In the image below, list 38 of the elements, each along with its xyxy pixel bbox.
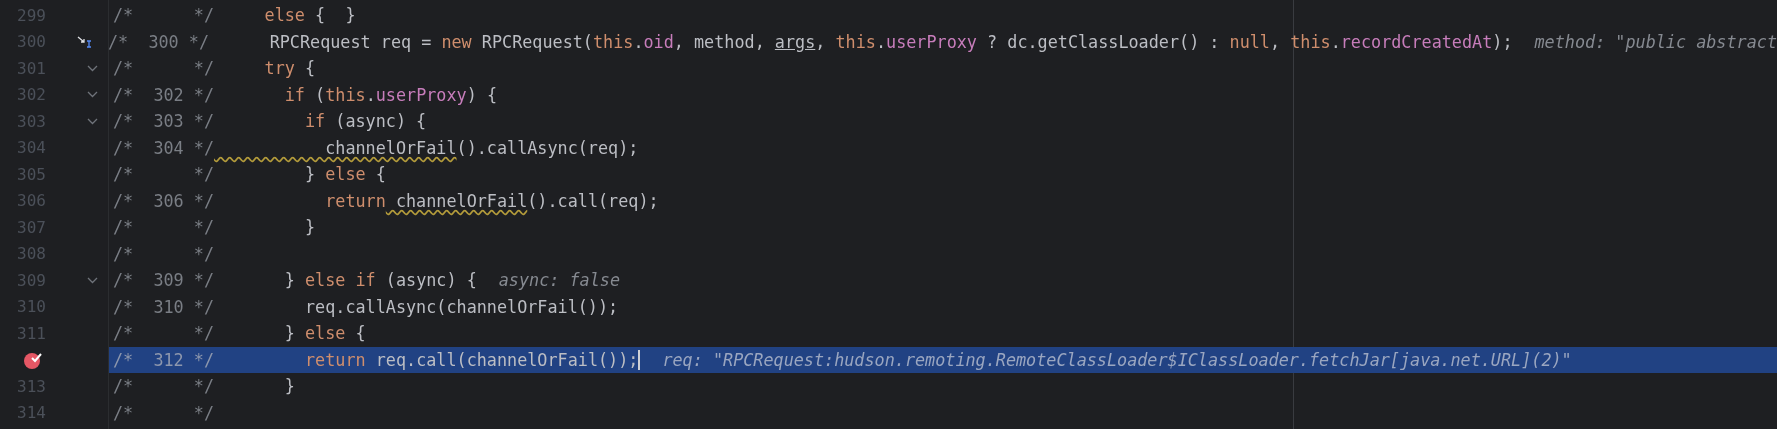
- code-line: return channelOrFail().call(req);: [324, 190, 659, 211]
- code-line: RPCRequest req = new RPCRequest(this.oid, method, args, this.userProxy ? dc.getClassLoader() : null, this.recordCreatedAt);: [268, 31, 1513, 52]
- code-line: } else {: [283, 323, 366, 344]
- source-line-comment: /* */: [113, 164, 215, 185]
- code-line: channelOrFail().callAsync(req);: [324, 137, 639, 158]
- code-line: }: [283, 376, 295, 397]
- inline-value-hint: req: "RPCRequest:hudson.remoting.RemoteClassLoader$IClassLoader.fetchJar[java.net.URL](2)": [662, 349, 1572, 370]
- inline-value-hint: method: "public abstract: [1534, 31, 1777, 52]
- code-line: if (this.userProxy) {: [283, 84, 497, 105]
- source-line-comment: /* */: [113, 402, 215, 423]
- code-line: } else {: [303, 164, 386, 185]
- source-line-comment: /* */: [113, 376, 215, 397]
- source-line-comment: /* 309 */: [113, 270, 215, 291]
- inline-value-hint: async: false: [498, 270, 620, 291]
- fold-icon[interactable]: [87, 64, 98, 72]
- source-line-comment: /* */: [113, 58, 215, 79]
- source-line-comment: /* 303 */: [113, 111, 215, 132]
- source-line-comment: /* */: [113, 217, 215, 238]
- source-line-comment: /* 310 */: [113, 296, 215, 317]
- fold-icon[interactable]: [87, 276, 98, 284]
- code-line: } else if (async) {: [283, 270, 477, 291]
- source-line-comment: /* 304 */: [113, 137, 215, 158]
- source-line-comment: /* 300 */: [108, 31, 210, 52]
- code-line: }: [303, 217, 316, 238]
- fold-icon[interactable]: [87, 117, 98, 125]
- code-line: return req.call(channelOrFail());: [303, 349, 639, 370]
- source-line-comment: /* */: [113, 323, 215, 344]
- source-line-comment: /* 312 */: [113, 349, 215, 370]
- step-into-icon[interactable]: [77, 35, 93, 48]
- fold-icon[interactable]: [87, 91, 98, 99]
- source-line-comment: /* */: [113, 243, 215, 264]
- code-line: if (async) {: [303, 111, 427, 132]
- code-line: req.callAsync(channelOrFail());: [303, 296, 619, 317]
- code-line: try {: [263, 58, 316, 79]
- source-line-comment: /* 306 */: [113, 190, 215, 211]
- source-line-comment: /* */: [113, 5, 215, 26]
- source-line-comment: /* 302 */: [113, 84, 215, 105]
- code-line: else { }: [263, 5, 356, 26]
